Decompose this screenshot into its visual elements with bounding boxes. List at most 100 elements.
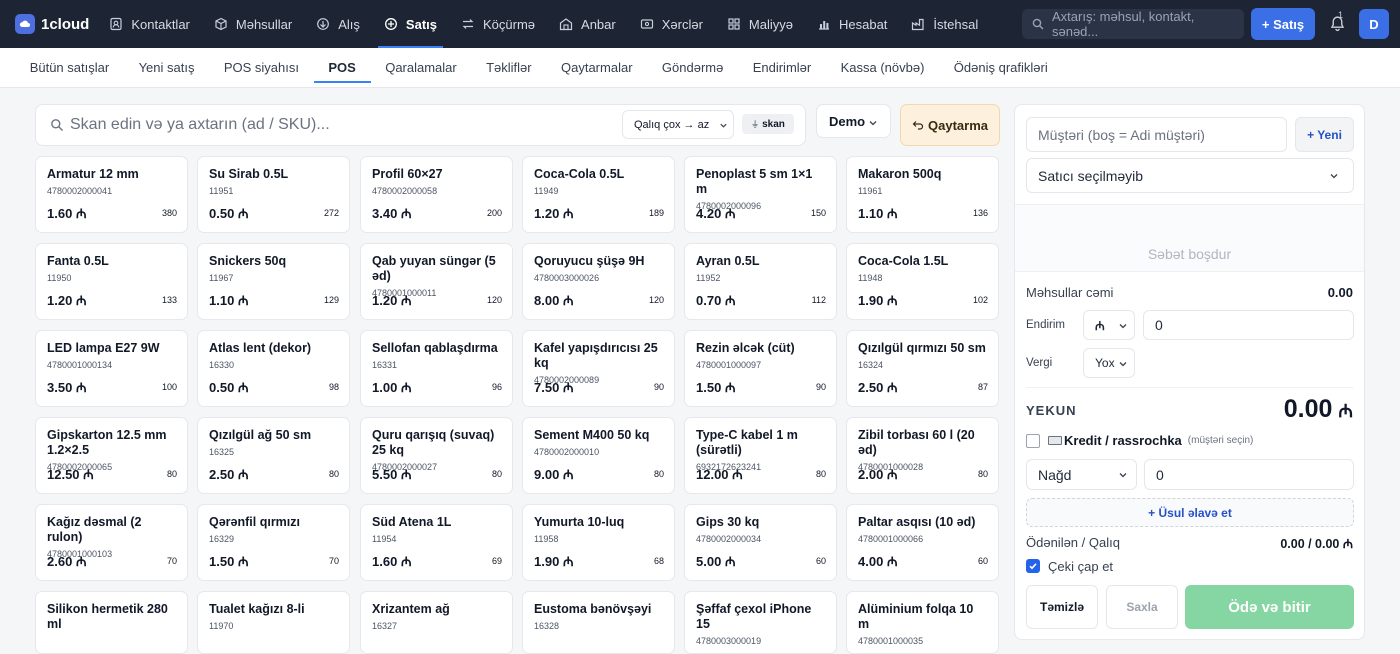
product-card[interactable]: Şəffaf çexol iPhone 15 4780003000019: [684, 591, 837, 654]
product-card[interactable]: Sement M400 50 kq 4780002000010 9.00 ₼ 80: [522, 417, 675, 494]
product-card[interactable]: Kafel yapışdırıcısı 25 kq 4780002000089 7.…: [522, 330, 675, 407]
product-card[interactable]: Snickers 50q 11967 1.10 ₼ 129: [197, 243, 350, 320]
subnav-tab-9[interactable]: Kassa (növbə): [826, 48, 939, 87]
warehouse-select[interactable]: Demo: [816, 104, 891, 138]
product-card[interactable]: Xrizantem ağ 16327: [360, 591, 513, 654]
product-sku: 11970: [209, 621, 234, 631]
product-card[interactable]: LED lampa E27 9W 4780001000134 3.50 ₼ 100: [35, 330, 188, 407]
product-card[interactable]: Quru qarışıq (suvaq) 25 kq 4780002000027 5…: [360, 417, 513, 494]
product-name: Penoplast 5 sm 1×1 m: [696, 167, 813, 196]
new-sale-button[interactable]: + Satış: [1251, 8, 1315, 40]
product-footer: 0.50 ₼ 272: [209, 204, 339, 222]
product-sku: 11958: [534, 534, 559, 544]
product-price: 12.50: [47, 467, 80, 482]
subnav-tab-0[interactable]: Bütün satışlar: [15, 48, 124, 87]
product-card[interactable]: Alüminium folqa 10 m 4780001000035: [846, 591, 999, 654]
product-card[interactable]: Coca-Cola 0.5L 11949 1.20 ₼ 189: [522, 156, 675, 233]
product-card[interactable]: Atlas lent (dekor) 16330 0.50 ₼ 98: [197, 330, 350, 407]
add-payment-method-button[interactable]: + Üsul əlavə et: [1026, 498, 1354, 527]
logo[interactable]: 1cloud: [15, 14, 89, 34]
product-card[interactable]: Gipskarton 12.5 mm 1.2×2.5 4780002000065 1…: [35, 417, 188, 494]
product-card[interactable]: Qızılgül ağ 50 sm 16325 2.50 ₼ 80: [197, 417, 350, 494]
customer-input[interactable]: Müştəri (boş = Adi müştəri): [1026, 117, 1287, 152]
product-card[interactable]: Armatur 12 mm 4780002000041 1.60 ₼ 380: [35, 156, 188, 233]
nav-item-6[interactable]: Xərclər: [628, 0, 715, 48]
subnav-tab-8[interactable]: Endirimlər: [738, 48, 826, 87]
seller-select[interactable]: Satıcı seçilməyib: [1026, 158, 1354, 193]
chevron-down-icon: [1119, 473, 1127, 478]
print-receipt-checkbox[interactable]: [1026, 559, 1040, 573]
product-card[interactable]: Qərənfil qırmızı 16329 1.50 ₼ 70: [197, 504, 350, 581]
product-card[interactable]: Makaron 500q 11961 1.10 ₼ 136: [846, 156, 999, 233]
global-search-input[interactable]: Axtarış: məhsul, kontakt, sənəd...: [1022, 9, 1244, 39]
nav-item-label: Alış: [338, 16, 360, 32]
return-label: Qaytarma: [928, 117, 988, 133]
subnav-tab-3[interactable]: POS: [313, 48, 371, 87]
nav-item-8[interactable]: Hesabat: [805, 0, 899, 48]
tax-select[interactable]: Yox: [1083, 348, 1135, 378]
nav-item-1[interactable]: Məhsullar: [202, 0, 304, 48]
product-card[interactable]: Type-C kabel 1 m (sürətli) 6932172623241 1…: [684, 417, 837, 494]
subnav-tab-7[interactable]: Göndərmə: [647, 48, 738, 87]
product-footer: 12.00 ₼ 80: [696, 465, 826, 483]
subnav-tab-1[interactable]: Yeni satış: [124, 48, 209, 87]
product-card[interactable]: Qoruyucu şüşə 9H 4780003000026 8.00 ₼ 120: [522, 243, 675, 320]
clear-button[interactable]: Təmizlə: [1026, 585, 1098, 629]
product-card[interactable]: Rezin əlcək (cüt) 4780001000097 1.50 ₼ 90: [684, 330, 837, 407]
discount-type-select[interactable]: ₼: [1083, 310, 1135, 340]
product-card[interactable]: Profil 60×27 4780002000058 3.40 ₼ 200: [360, 156, 513, 233]
product-card[interactable]: Paltar asqısı (10 əd) 4780001000066 4.00 ₼…: [846, 504, 999, 581]
product-card[interactable]: Qab yuyan süngər (5 əd) 4780001000011 1.20…: [360, 243, 513, 320]
payment-method-select[interactable]: Nağd: [1026, 459, 1137, 490]
subnav-tab-6[interactable]: Qaytarmalar: [546, 48, 647, 87]
product-card[interactable]: Tualet kağızı 8-li 11970: [197, 591, 350, 654]
credit-checkbox[interactable]: [1026, 434, 1040, 448]
product-card[interactable]: Silikon hermetik 280 ml: [35, 591, 188, 654]
product-card[interactable]: Zibil torbası 60 l (20 əd) 4780001000028 2…: [846, 417, 999, 494]
nav-item-5[interactable]: Anbar: [547, 0, 628, 48]
currency-sign: ₼: [400, 554, 412, 569]
sort-select[interactable]: Qalıq çox → az: [622, 110, 734, 139]
product-card[interactable]: Coca-Cola 1.5L 11948 1.90 ₼ 102: [846, 243, 999, 320]
subnav-tab-10[interactable]: Ödəniş qrafikləri: [939, 48, 1062, 87]
product-card[interactable]: Su Sirab 0.5L 11951 0.50 ₼ 272: [197, 156, 350, 233]
payment-amount-input[interactable]: 0: [1144, 459, 1354, 490]
nav-item-0[interactable]: Kontaktlar: [97, 0, 202, 48]
product-name: Sement M400 50 kq: [534, 428, 650, 442]
new-customer-button[interactable]: + Yeni: [1295, 117, 1354, 152]
discount-input[interactable]: 0: [1143, 310, 1354, 340]
product-card[interactable]: Kağız dəsmal (2 rulon) 4780001000103 2.60 …: [35, 504, 188, 581]
product-card[interactable]: Fanta 0.5L 11950 1.20 ₼ 133: [35, 243, 188, 320]
nav-item-7[interactable]: Maliyyə: [715, 0, 805, 48]
product-card[interactable]: Qızılgül qırmızı 50 sm 16324 2.50 ₼ 87: [846, 330, 999, 407]
pay-and-finish-button[interactable]: Ödə və bitir: [1185, 585, 1354, 629]
nav-item-2[interactable]: Alış: [304, 0, 372, 48]
subnav-tab-4[interactable]: Qaralamalar: [371, 48, 472, 87]
product-price-wrap: 1.20 ₼: [534, 204, 573, 222]
print-receipt-label: Çeki çap et: [1048, 559, 1114, 574]
bell-icon[interactable]: [1326, 12, 1348, 34]
product-card[interactable]: Gips 30 kq 4780002000034 5.00 ₼ 60: [684, 504, 837, 581]
return-button[interactable]: Qaytarma: [900, 104, 1000, 146]
product-card[interactable]: Ayran 0.5L 11952 0.70 ₼ 112: [684, 243, 837, 320]
product-stock: 136: [972, 208, 988, 218]
subnav-tab-5[interactable]: Təkliflər: [471, 48, 546, 87]
product-sku: 11961: [858, 186, 883, 196]
product-sku: 4780001000134: [47, 360, 113, 370]
subnav-tab-2[interactable]: POS siyahısı: [209, 48, 314, 87]
product-price-wrap: 1.60 ₼: [47, 204, 86, 222]
nav-item-9[interactable]: İstehsal: [899, 0, 990, 48]
currency-sign: ₼: [886, 467, 898, 482]
product-card[interactable]: Sellofan qablaşdırma 16331 1.00 ₼ 96: [360, 330, 513, 407]
save-button[interactable]: Saxla: [1106, 585, 1178, 629]
product-card[interactable]: Penoplast 5 sm 1×1 m 4780002000096 4.20 ₼ 1…: [684, 156, 837, 233]
avatar[interactable]: D: [1359, 9, 1389, 39]
nav-item-3[interactable]: Satış: [372, 0, 449, 48]
product-card[interactable]: Yumurta 10-luq 11958 1.90 ₼ 68: [522, 504, 675, 581]
product-card[interactable]: Süd Atena 1L 11954 1.60 ₼ 69: [360, 504, 513, 581]
product-price-wrap: 5.50 ₼: [372, 465, 411, 483]
nav-item-4[interactable]: Köçürmə: [449, 0, 547, 48]
scan-button[interactable]: ⏚ skan: [742, 114, 794, 134]
product-card[interactable]: Eustoma bənövşəyi 16328: [522, 591, 675, 654]
product-footer: 1.50 ₼ 70: [209, 552, 339, 570]
